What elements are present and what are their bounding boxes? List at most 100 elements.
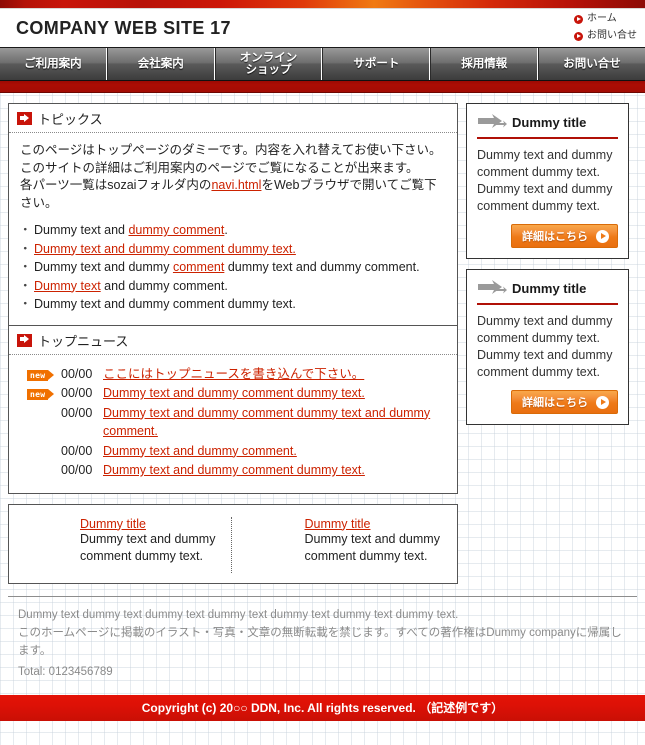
- details-button-label: 詳細はこちら: [522, 397, 588, 409]
- news-date: 00/00: [61, 463, 93, 477]
- news-heading: トップニュース: [38, 333, 129, 349]
- list-item: Dummy text and dummy comment dummy text …: [19, 258, 446, 277]
- news-date: 00/00: [61, 366, 93, 381]
- footer-line-2: このホームページに掲載のイラスト・写真・文章の無断転載を禁じます。すべての著作権…: [18, 626, 622, 657]
- thumbnail-cell: Dummy title Dummy text and dummy comment…: [230, 516, 446, 573]
- topics-panel-header: トピックス: [9, 104, 457, 133]
- news-date: 00/00: [61, 405, 93, 420]
- nav-item-support[interactable]: サポート: [322, 48, 431, 80]
- table-row: new 00/00 Dummy text and dummy comment d…: [27, 384, 446, 404]
- copyright-text: Copyright (c) 20○○ DDN, Inc. All rights …: [141, 701, 504, 715]
- topics-heading: トピックス: [38, 112, 103, 127]
- news-date: 00/00: [61, 386, 93, 400]
- nav-item-contact-label: お問い合せ: [563, 58, 621, 70]
- bullet-arrow-icon: [574, 31, 583, 41]
- news-link[interactable]: Dummy text and dummy comment dummy text.: [103, 463, 365, 477]
- footer-total-counter: Total: 0123456789: [18, 665, 113, 678]
- list-item-pre: Dummy text and dummy comment dummy text.: [34, 297, 296, 311]
- nav-item-support-label: サポート: [353, 58, 400, 70]
- news-link[interactable]: ここにはトップニュースを書き込んで下さい。: [103, 367, 364, 381]
- sidebar-box-1-title: Dummy title: [512, 115, 587, 130]
- news-link[interactable]: Dummy text and dummy comment dummy text.: [103, 386, 365, 400]
- thumbnail-row: Dummy title Dummy text and dummy comment…: [9, 505, 457, 583]
- topics-list: Dummy text and dummy comment. Dummy text…: [19, 221, 446, 314]
- page-title: COMPANY WEB SITE 17: [16, 18, 231, 38]
- nav-item-recruit[interactable]: 採用情報: [430, 48, 539, 80]
- news-text-cell: ここにはトップニュースを書き込んで下さい。: [103, 365, 446, 385]
- footer-text: Dummy text dummy text dummy text dummy t…: [0, 597, 645, 687]
- list-item-link[interactable]: comment: [173, 260, 224, 274]
- thumbnail-panel: Dummy title Dummy text and dummy comment…: [8, 503, 458, 584]
- news-text-cell: Dummy text and dummy comment dummy text.: [103, 384, 446, 404]
- nav-item-company[interactable]: 会社案内: [106, 48, 215, 80]
- news-new-flag-cell: [27, 442, 61, 462]
- list-item: Dummy text and dummy comment.: [19, 221, 446, 240]
- nav-item-company-label: 会社案内: [137, 58, 184, 70]
- nav-item-online-shop[interactable]: オンライン ショップ: [214, 48, 323, 80]
- sidebar-box-2-title: Dummy title: [512, 281, 587, 296]
- news-new-flag-cell: [27, 404, 61, 442]
- news-table: new 00/00 ここにはトップニュースを書き込んで下さい。 new 00/0…: [27, 365, 446, 481]
- list-item-post: dummy text and dummy comment.: [224, 260, 420, 274]
- thumbnail-cell: Dummy title Dummy text and dummy comment…: [21, 517, 231, 573]
- details-button[interactable]: 詳細はこちら: [511, 224, 618, 248]
- nav-item-guide[interactable]: ご利用案内: [0, 48, 107, 80]
- news-link[interactable]: Dummy text and dummy comment dummy text …: [103, 406, 430, 439]
- nav-red-band: [0, 81, 645, 93]
- main-column: トピックス このページはトップページのダミーです。内容を入れ替えてお使い下さい。…: [8, 103, 458, 594]
- fire-photo-thumbnail[interactable]: [246, 519, 298, 571]
- topics-panel: トピックス このページはトップページのダミーです。内容を入れ替えてお使い下さい。…: [8, 103, 458, 494]
- thumbnail-title-link[interactable]: Dummy title: [80, 517, 146, 531]
- header-link-contact[interactable]: お問い合せ: [574, 28, 637, 44]
- header-link-home[interactable]: ホーム: [574, 11, 637, 27]
- sidebar-box-2: Dummy title Dummy text and dummy comment…: [466, 269, 629, 425]
- sidebar-box-2-text: Dummy text and dummy comment dummy text.…: [477, 314, 613, 379]
- news-text-cell: Dummy text and dummy comment dummy text …: [103, 404, 446, 442]
- table-row: 00/00 Dummy text and dummy comment dummy…: [27, 404, 446, 442]
- navi-html-link[interactable]: navi.html: [211, 178, 261, 192]
- news-date: 00/00: [61, 443, 93, 458]
- copyright-bar: Copyright (c) 20○○ DDN, Inc. All rights …: [0, 694, 645, 721]
- table-row: new 00/00 ここにはトップニュースを書き込んで下さい。: [27, 365, 446, 385]
- header-link-contact-label: お問い合せ: [587, 30, 637, 41]
- news-link[interactable]: Dummy text and dummy comment.: [103, 444, 297, 458]
- fire-photo-thumbnail[interactable]: [21, 519, 73, 571]
- site-header: COMPANY WEB SITE 17 ホーム お問い合せ: [0, 9, 645, 48]
- list-item-link[interactable]: Dummy text and dummy comment dummy text.: [34, 242, 296, 256]
- new-badge-icon: new: [27, 369, 55, 381]
- news-text-cell: Dummy text and dummy comment.: [103, 442, 446, 462]
- sidebar-box-1-header: Dummy title: [477, 113, 618, 139]
- footer-line-1: Dummy text dummy text dummy text dummy t…: [18, 608, 459, 621]
- arrow-right-icon: [17, 112, 32, 125]
- list-item-post: .: [224, 223, 228, 237]
- topics-paragraph-1: このページはトップページのダミーです。内容を入れ替えてお使い下さい。このサイトの…: [20, 143, 442, 175]
- list-item-pre: Dummy text and: [34, 223, 129, 237]
- nav-item-guide-label: ご利用案内: [24, 58, 82, 70]
- news-panel-header: トップニュース: [9, 324, 457, 355]
- arrow-right-circle-icon: [596, 229, 609, 243]
- top-gradient-band: [0, 0, 645, 9]
- details-button[interactable]: 詳細はこちら: [511, 390, 618, 414]
- list-item: Dummy text and dummy comment.: [19, 277, 446, 296]
- sidebar-box-1-button-row: 詳細はこちら: [477, 224, 618, 248]
- list-item-link[interactable]: Dummy text: [34, 279, 101, 293]
- sidebar-box-1-text: Dummy text and dummy comment dummy text.…: [477, 148, 613, 213]
- page-body: トピックス このページはトップページのダミーです。内容を入れ替えてお使い下さい。…: [0, 93, 645, 594]
- sidebar-box-2-button-row: 詳細はこちら: [477, 390, 618, 414]
- list-item-pre: Dummy text and dummy: [34, 260, 173, 274]
- list-item-post: and dummy comment.: [100, 278, 228, 293]
- news-text-cell: Dummy text and dummy comment dummy text.: [103, 461, 446, 481]
- nav-item-contact[interactable]: お問い合せ: [538, 48, 645, 80]
- sidebar-column: Dummy title Dummy text and dummy comment…: [466, 103, 629, 435]
- nav-item-online-shop-label-line1: オンライン: [239, 52, 298, 64]
- double-arrow-icon: [477, 279, 507, 298]
- topics-paragraph-2-before: 各パーツ一覧はsozaiフォルダ内の: [20, 178, 212, 192]
- news-panel-body: new 00/00 ここにはトップニュースを書き込んで下さい。 new 00/0…: [9, 355, 457, 493]
- main-navigation: ご利用案内 会社案内 オンライン ショップ サポート 採用情報 お問い合せ: [0, 48, 645, 81]
- list-item: Dummy text and dummy comment dummy text.: [19, 295, 446, 314]
- list-item-link[interactable]: dummy comment: [128, 223, 224, 237]
- thumbnail-title-link[interactable]: Dummy title: [305, 517, 371, 531]
- new-badge-icon: new: [27, 389, 55, 400]
- list-item: Dummy text and dummy comment dummy text.: [19, 240, 446, 259]
- sidebar-box-1: Dummy title Dummy text and dummy comment…: [466, 103, 629, 259]
